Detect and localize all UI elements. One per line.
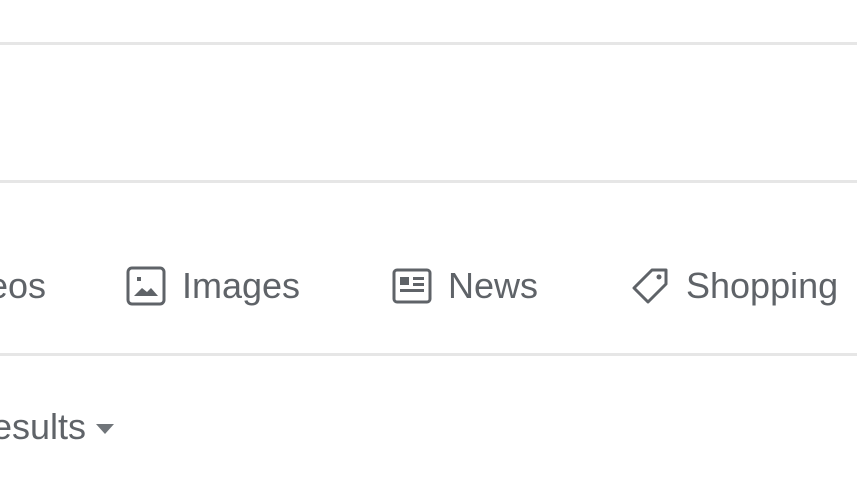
tab-label: eos — [0, 265, 47, 306]
tab-news[interactable]: News — [390, 262, 538, 310]
search-results-page: eos Images News — [0, 0, 857, 482]
results-filter-label: esults — [0, 406, 87, 447]
tab-videos[interactable]: eos — [0, 262, 46, 310]
search-area — [0, 45, 857, 180]
caret-down-icon — [96, 424, 115, 434]
tab-images[interactable]: Images — [124, 262, 300, 310]
results-filter-dropdown[interactable]: esults — [0, 403, 115, 451]
image-icon — [124, 264, 168, 308]
tabs-bottom-divider — [0, 353, 857, 356]
tab-label: Images — [182, 265, 301, 306]
tab-shopping[interactable]: Shopping — [628, 262, 838, 310]
tab-label: Shopping — [686, 265, 839, 306]
tab-label: News — [448, 265, 539, 306]
tag-icon — [628, 264, 672, 308]
news-icon — [390, 264, 434, 308]
